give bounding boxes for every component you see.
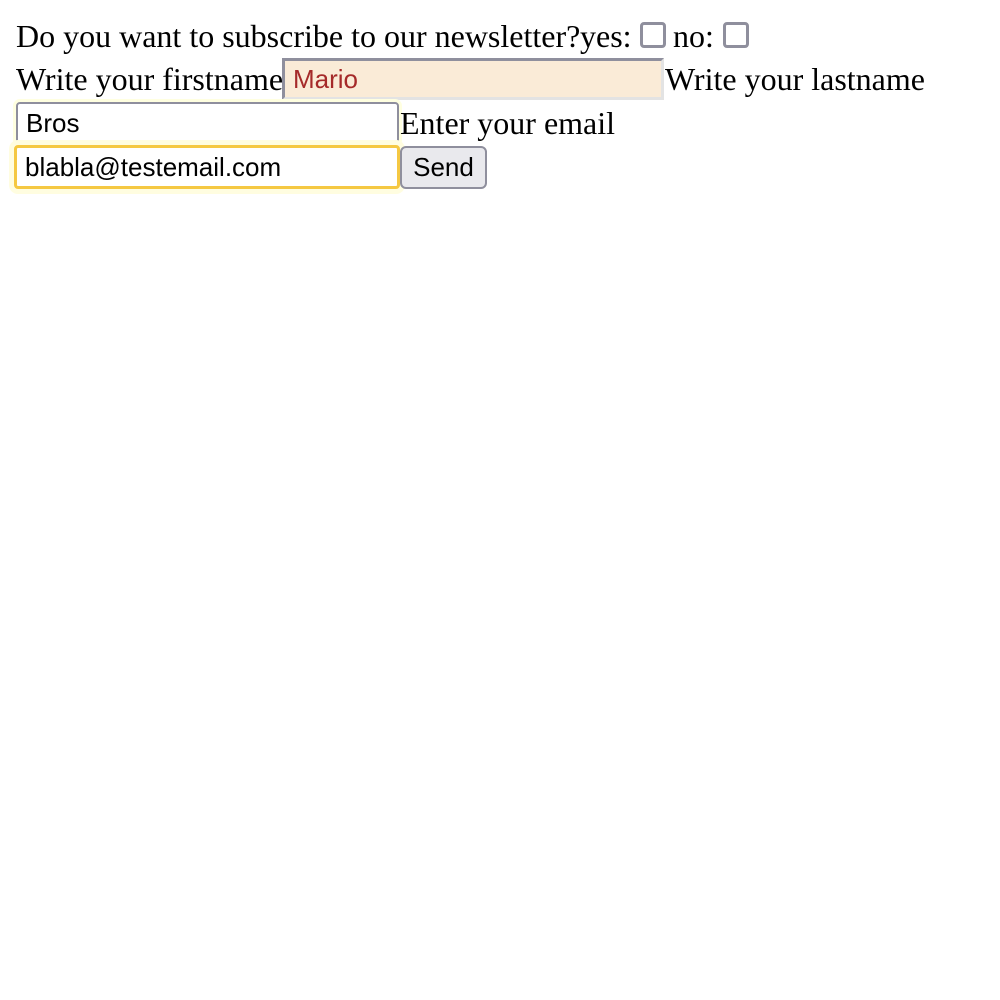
lastname-label: Write your lastname (665, 61, 925, 97)
lastname-input[interactable] (16, 102, 399, 144)
firstname-label: Write your firstname (16, 61, 284, 97)
yes-checkbox[interactable] (640, 22, 666, 48)
firstname-input[interactable] (282, 58, 664, 100)
no-checkbox[interactable] (723, 22, 749, 48)
yes-label: yes: (580, 18, 632, 54)
newsletter-question-label: Do you want to subscribe to our newslett… (16, 18, 581, 54)
email-input[interactable] (14, 145, 400, 189)
send-button[interactable]: Send (400, 146, 487, 189)
no-label: no: (673, 18, 714, 54)
email-label: Enter your email (400, 105, 616, 141)
